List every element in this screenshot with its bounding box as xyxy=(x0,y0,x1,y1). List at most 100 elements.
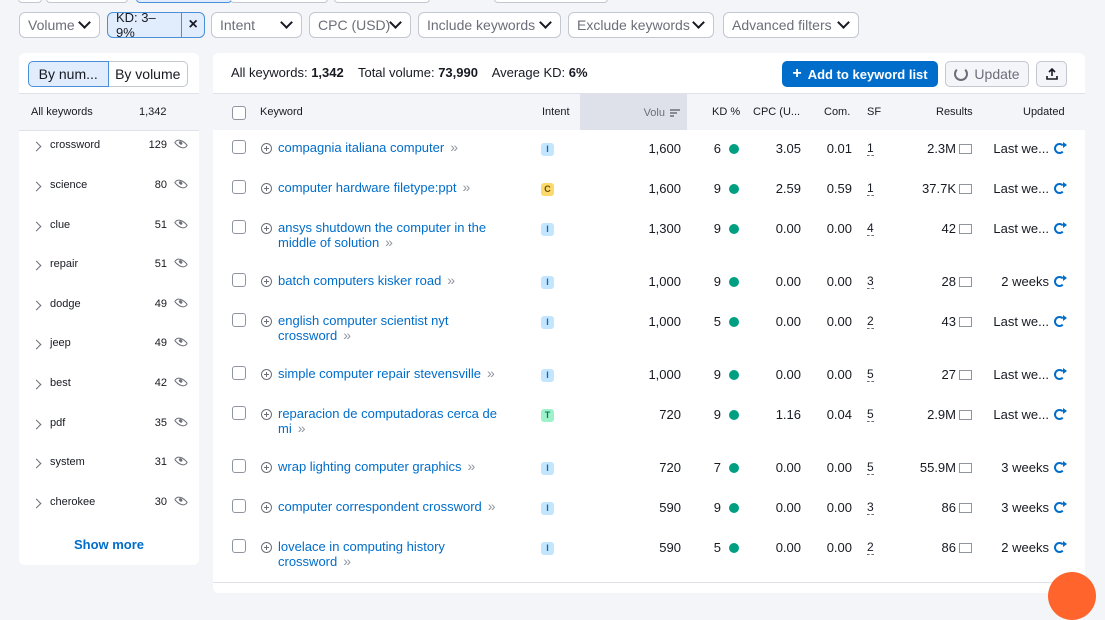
col-kd[interactable]: KD % xyxy=(712,106,740,118)
refresh-icon[interactable] xyxy=(1054,275,1067,287)
group-item[interactable]: repair 51 xyxy=(19,254,199,278)
refresh-icon[interactable] xyxy=(1054,368,1067,380)
refresh-icon[interactable] xyxy=(1054,142,1067,154)
select-all-checkbox[interactable] xyxy=(232,106,246,120)
serp-icon[interactable] xyxy=(959,370,972,380)
update-button[interactable]: Update xyxy=(945,61,1029,87)
keyword-link[interactable]: simple computer repair stevensville » xyxy=(278,365,518,382)
export-button[interactable] xyxy=(1036,61,1067,87)
keyword-link[interactable]: wrap lighting computer graphics » xyxy=(278,459,518,475)
eye-icon[interactable] xyxy=(173,136,189,152)
table-row[interactable]: computer hardware filetype:ppt » C 1,600 9 2.… xyxy=(213,170,1085,211)
chevrons-right-icon[interactable]: » xyxy=(488,498,496,514)
row-checkbox[interactable] xyxy=(232,140,246,154)
exclude-keywords-filter[interactable]: Exclude keywords xyxy=(568,12,714,38)
group-item[interactable]: jeep 49 xyxy=(19,333,199,357)
top-tab[interactable] xyxy=(230,0,328,3)
keyword-link[interactable]: english computer scientist nyt crossword… xyxy=(278,313,518,343)
serp-icon[interactable] xyxy=(959,410,972,420)
refresh-icon[interactable] xyxy=(1054,408,1067,420)
sf-value[interactable]: 5 xyxy=(867,461,874,475)
chevrons-right-icon[interactable]: » xyxy=(385,234,393,250)
col-volume[interactable]: Volu xyxy=(580,94,687,131)
col-updated[interactable]: Updated xyxy=(1023,106,1065,118)
chevrons-right-icon[interactable]: » xyxy=(462,179,470,195)
add-keyword-icon[interactable] xyxy=(261,276,272,287)
eye-icon[interactable] xyxy=(173,374,189,390)
add-keyword-icon[interactable] xyxy=(261,409,272,420)
eye-icon[interactable] xyxy=(173,493,189,509)
col-com[interactable]: Com. xyxy=(824,106,850,118)
close-icon[interactable]: × xyxy=(182,13,204,37)
top-tab[interactable] xyxy=(494,0,608,3)
sf-value[interactable]: 4 xyxy=(867,222,874,236)
row-checkbox[interactable] xyxy=(232,499,246,513)
table-row[interactable]: english computer scientist nyt crossword… xyxy=(213,303,1085,357)
refresh-icon[interactable] xyxy=(1054,541,1067,553)
group-item[interactable]: clue 51 xyxy=(19,215,199,239)
col-keyword[interactable]: Keyword xyxy=(260,106,303,118)
refresh-icon[interactable] xyxy=(1054,222,1067,234)
sf-value[interactable]: 3 xyxy=(867,501,874,515)
add-keyword-icon[interactable] xyxy=(261,369,272,380)
eye-icon[interactable] xyxy=(173,453,189,469)
sf-value[interactable]: 2 xyxy=(867,315,874,329)
sf-value[interactable]: 5 xyxy=(867,368,874,382)
serp-icon[interactable] xyxy=(959,503,972,513)
row-checkbox[interactable] xyxy=(232,406,246,420)
keyword-link[interactable]: lovelace in computing history crossword» xyxy=(278,539,518,569)
kd-filter[interactable]: KD: 3–9% × xyxy=(107,10,205,40)
row-checkbox[interactable] xyxy=(232,220,246,234)
by-number-button[interactable]: By num... xyxy=(28,61,109,87)
add-keyword-icon[interactable] xyxy=(261,542,272,553)
table-row[interactable]: reparacion de computadoras cerca de mi» T… xyxy=(213,396,1085,450)
chevrons-right-icon[interactable]: » xyxy=(447,272,455,288)
serp-icon[interactable] xyxy=(959,317,972,327)
table-row[interactable]: wrap lighting computer graphics » I 720 7 0.0… xyxy=(213,449,1085,490)
refresh-icon[interactable] xyxy=(1054,501,1067,513)
chevrons-right-icon[interactable]: » xyxy=(487,365,495,381)
group-item[interactable]: dodge 49 xyxy=(19,294,199,318)
keyword-link[interactable]: computer correspondent crossword » xyxy=(278,498,518,515)
table-row[interactable]: compagnia italiana computer » I 1,600 6 3.05 0… xyxy=(213,130,1085,171)
add-keyword-icon[interactable] xyxy=(261,462,272,473)
row-checkbox[interactable] xyxy=(232,273,246,287)
eye-icon[interactable] xyxy=(173,414,189,430)
top-tab[interactable] xyxy=(46,0,128,3)
chevrons-right-icon[interactable]: » xyxy=(343,553,351,569)
keyword-link[interactable]: computer hardware filetype:ppt » xyxy=(278,179,518,196)
add-keyword-icon[interactable] xyxy=(261,143,272,154)
serp-icon[interactable] xyxy=(959,463,972,473)
by-volume-button[interactable]: By volume xyxy=(108,61,188,87)
volume-filter[interactable]: Volume xyxy=(19,12,100,38)
eye-icon[interactable] xyxy=(173,295,189,311)
sf-value[interactable]: 3 xyxy=(867,275,874,289)
row-checkbox[interactable] xyxy=(232,180,246,194)
sf-value[interactable]: 2 xyxy=(867,541,874,555)
sf-value[interactable]: 1 xyxy=(867,182,874,196)
eye-icon[interactable] xyxy=(173,176,189,192)
refresh-icon[interactable] xyxy=(1054,315,1067,327)
group-item[interactable]: science 80 xyxy=(19,175,199,199)
chevrons-right-icon[interactable]: » xyxy=(298,420,306,436)
add-keyword-icon[interactable] xyxy=(261,223,272,234)
show-more-link[interactable]: Show more xyxy=(19,537,199,552)
top-tab-active[interactable] xyxy=(136,0,232,3)
group-item[interactable]: cherokee 30 xyxy=(19,492,199,516)
add-to-keyword-list-button[interactable]: + Add to keyword list xyxy=(782,61,938,87)
group-item[interactable]: best 42 xyxy=(19,373,199,397)
col-results[interactable]: Results xyxy=(936,106,973,118)
top-tab[interactable] xyxy=(334,0,430,3)
help-bubble[interactable] xyxy=(1048,572,1096,620)
serp-icon[interactable] xyxy=(959,543,972,553)
top-tab[interactable] xyxy=(18,0,42,3)
group-item[interactable]: system 31 xyxy=(19,452,199,476)
refresh-icon[interactable] xyxy=(1054,182,1067,194)
chevrons-right-icon[interactable]: » xyxy=(450,139,458,155)
refresh-icon[interactable] xyxy=(1054,461,1067,473)
col-intent[interactable]: Intent xyxy=(542,106,570,118)
add-keyword-icon[interactable] xyxy=(261,183,272,194)
chevrons-right-icon[interactable]: » xyxy=(343,327,351,343)
group-item[interactable]: pdf 35 xyxy=(19,413,199,437)
include-keywords-filter[interactable]: Include keywords xyxy=(418,12,561,38)
